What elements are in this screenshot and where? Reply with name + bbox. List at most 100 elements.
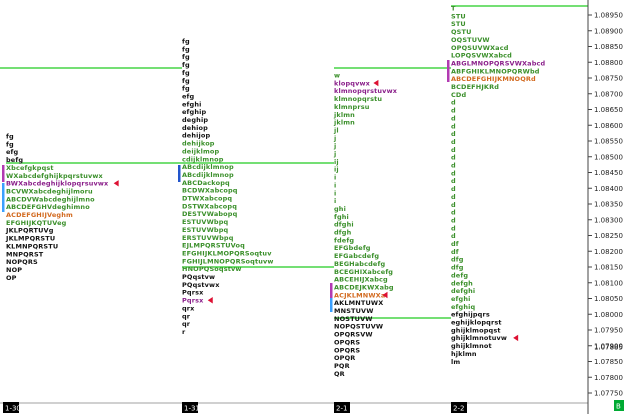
date-label-1-30[interactable]: 1-30: [3, 402, 21, 413]
tpo-row: CDd: [451, 91, 466, 99]
price-tick-label: 1.08950: [594, 12, 623, 20]
tpo-row: eghijklopqrst: [451, 319, 502, 327]
tpo-row: ABFGHIKLMNOPQRWbd: [451, 67, 540, 75]
tpo-row: jklmn: [333, 111, 355, 119]
tpo-row: OQSTUVW: [451, 36, 490, 44]
tpo-row: ghi: [334, 205, 346, 213]
tpo-row: EFGHIJKQTUVeg: [6, 219, 67, 227]
value-area-bar: [178, 165, 181, 182]
tpo-row: fg: [182, 38, 190, 46]
tpo-row: d: [451, 216, 456, 224]
tpo-row: dehijkop: [182, 140, 215, 148]
value-area-bar: [2, 183, 5, 212]
tpo-row: ERSTUVWbpq: [182, 234, 234, 242]
tpo-row: MNPQRST: [6, 250, 44, 258]
tpo-row: JKLPQRTUVg: [5, 227, 54, 235]
price-tick-label: 1.08600: [594, 122, 623, 130]
tpo-row: efghip: [182, 108, 206, 116]
tpo-row: qr: [182, 320, 191, 328]
price-tick-label: 1.08150: [594, 264, 623, 272]
price-tick-label: 1.08700: [594, 90, 623, 98]
tpo-row: BWXabcdeghijklopqrsuvwx: [6, 180, 109, 188]
tpo-row: STU: [451, 12, 466, 20]
tpo-row: ABCDackopq: [182, 179, 230, 187]
tpo-row: NOSTUVW: [334, 315, 373, 323]
tpo-row: OPQRSVW: [334, 331, 373, 339]
tpo-row: EFGHIJKLMOPQRSoqtuv: [182, 249, 272, 257]
current-price-marker[interactable]: B: [614, 400, 624, 411]
tpo-row: qrx: [182, 304, 195, 312]
date-label-text: 2-2: [453, 405, 464, 413]
tpo-row: df: [451, 248, 459, 256]
tpo-row: hjklmn: [451, 350, 477, 358]
tpo-row: dfg: [451, 264, 464, 272]
tpo-row: ACJKLMNWXa: [334, 291, 385, 299]
tpo-row: lm: [451, 358, 460, 366]
tpo-row: d: [451, 209, 456, 217]
tpo-row: fg: [6, 133, 14, 141]
tpo-row: defg: [451, 271, 468, 279]
price-axis[interactable]: 1.08950 1.08900 1.08850 1.08800 1.08750 1.087…: [587, 0, 624, 414]
price-tick-label: 1.08900: [594, 27, 623, 35]
tpo-row: QR: [334, 370, 345, 378]
tpo-row: dfg: [451, 256, 464, 264]
tpo-row: DESTVWabopq: [182, 210, 238, 218]
price-tick-label: 1.08650: [594, 106, 623, 114]
date-label-2-2[interactable]: 2-2: [451, 402, 467, 413]
price-tick-label: 1.08000: [594, 311, 623, 319]
tpo-row: i: [334, 189, 336, 197]
tpo-row: deghip: [182, 116, 208, 124]
tpo-row: fg: [6, 140, 14, 148]
date-label-text: 2-1: [336, 405, 347, 413]
tpo-row: efg: [6, 148, 19, 156]
tpo-row: fg: [182, 69, 190, 77]
tpo-row: DSTWXabcopq: [182, 202, 237, 210]
tpo-row: MNSTUVW: [334, 307, 374, 315]
date-label-text: 1-30: [5, 405, 21, 413]
tpo-row: STU: [451, 20, 466, 28]
tpo-row: d: [451, 177, 456, 185]
tpo-row: BCDWXabcopq: [182, 187, 238, 195]
tpo-row: AKLMNTUWX: [334, 299, 383, 307]
date-axis[interactable]: 1-30 1-31 2-1 2-2: [0, 402, 588, 413]
tpo-row: dfghi: [334, 221, 354, 229]
value-area-bar: [330, 283, 333, 298]
tpo-row: dehiop: [182, 124, 208, 132]
price-tick-label: 1.07750: [594, 390, 623, 398]
date-label-2-1[interactable]: 2-1: [334, 402, 350, 413]
tpo-row: klmnopqrstu: [334, 95, 382, 103]
tpo-row: NOPQRS: [6, 258, 38, 266]
price-tick-label: 1.08450: [594, 169, 623, 177]
tpo-row: fdefg: [334, 236, 354, 244]
price-tick-label: 1.07950: [594, 327, 623, 335]
tpo-row: efghijpqrs: [451, 311, 490, 319]
tpo-row: dfgh: [334, 229, 352, 237]
tpo-row: fghi: [334, 213, 349, 221]
tpo-row: ABCDEJKWXabg: [334, 283, 394, 291]
tpo-row: dehijop: [182, 132, 211, 140]
tpo-row: ghijklmopqst: [451, 326, 501, 334]
price-extra-label: 1.07885: [594, 344, 623, 352]
tpo-row: d: [451, 224, 456, 232]
arrow-marker-icon: [513, 334, 519, 342]
price-marker-label: B: [616, 403, 621, 411]
tpo-row: klmnopqrstuvwx: [334, 87, 398, 95]
tpo-row: r: [182, 328, 186, 336]
tpo-row: FGHIJLMNOPQRSoqtuvw: [182, 257, 274, 265]
session-profile-2-2: TSTUSTUQSTUOQSTUVWOPQSUVWXacdLOPQSVWXabc…: [451, 5, 545, 366]
price-tick-label: 1.08350: [594, 201, 623, 209]
tpo-row: d: [451, 193, 456, 201]
tpo-chart[interactable]: fgfgefgbefgXbcefgkpqstWXabcdefghijkpqrst…: [0, 0, 625, 414]
value-area-bar: [2, 165, 5, 182]
tpo-row: BEGHabcdefg: [334, 260, 385, 268]
tpo-row: klopqvwx: [334, 79, 371, 87]
tpo-row: LOPQSVWXabcd: [451, 52, 512, 60]
tpo-row: KLMNPQRSTU: [6, 242, 58, 250]
tpo-row: ij: [334, 158, 339, 166]
tpo-row: deijklmop: [182, 147, 220, 155]
tpo-row: d: [451, 162, 456, 170]
date-label-1-31[interactable]: 1-31: [182, 402, 200, 413]
price-tick-label: 1.07850: [594, 358, 623, 366]
date-label-text: 1-31: [184, 405, 200, 413]
tpo-row: OP: [6, 274, 17, 282]
